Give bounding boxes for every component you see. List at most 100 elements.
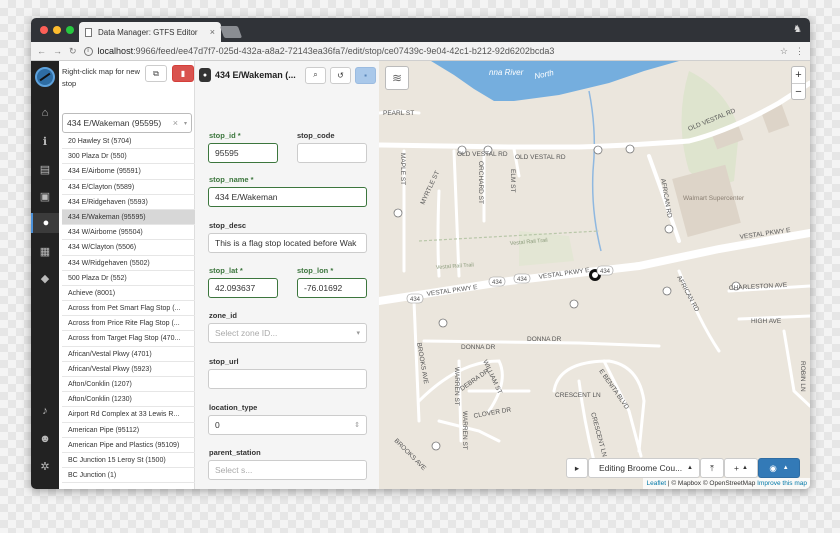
stop-desc-field[interactable]: This is a flag stop located before Wak (208, 233, 367, 253)
location-type-value: 0 (215, 420, 220, 430)
road-label: OLD VESTAL RD (457, 151, 508, 158)
browser-tab[interactable]: Data Manager: GTFS Editor × (79, 22, 221, 42)
stop-list-item[interactable]: 434 E/Airborne (95591) (62, 164, 195, 180)
trash-icon: ▮ (180, 69, 186, 78)
parent-station-select[interactable]: Select s... (208, 460, 367, 480)
stop-list-item[interactable]: 300 Plaza Dr (550) (62, 149, 195, 165)
road-label: MAPLE ST (399, 153, 406, 185)
toggle-panel-button[interactable]: ▸ (566, 458, 588, 478)
url-path: :9966/feed/ee47d7f7-025d-432a-a8a2-72143… (133, 46, 555, 56)
upload-button[interactable]: ⤒ (700, 458, 724, 478)
shield-label: 434 (410, 297, 421, 303)
maximize-window-button[interactable] (66, 26, 74, 34)
stop-list-item[interactable]: Achieve (8001) (62, 286, 195, 302)
stop-list-item[interactable]: Afton/Conklin (1230) (62, 392, 195, 408)
info-icon[interactable]: ℹ (31, 131, 59, 151)
layers-icon: ≋ (391, 71, 403, 85)
zone-id-placeholder: Select zone ID... (215, 328, 278, 338)
new-tab-button[interactable] (219, 26, 243, 38)
stop-list-item[interactable]: 434 W/Ridgehaven (5502) (62, 256, 195, 271)
add-dropdown-button[interactable]: + ▲ (724, 458, 758, 478)
user-icon[interactable]: ☻ (31, 429, 59, 449)
undo-button[interactable]: ↺ (330, 66, 351, 84)
duplicate-stop-button[interactable]: ⧉ (145, 65, 167, 82)
bus-icon[interactable]: ▣ (31, 186, 59, 206)
back-icon[interactable]: ← (37, 46, 46, 56)
stop-name-field[interactable]: 434 E/Wakeman (208, 187, 367, 207)
zoom-to-stop-button[interactable]: ⌕ (305, 66, 326, 84)
stop-list-item[interactable]: 20 Hawley St (5704) (62, 134, 195, 150)
stop-lat-field[interactable]: 42.093637 (208, 278, 278, 298)
stop-list-item[interactable]: African/Vestal Pkwy (5923) (62, 362, 195, 377)
stop-list-item[interactable]: Across from Price Rite Flag Stop (... (62, 316, 195, 332)
zoom-in-button[interactable]: + (792, 67, 805, 83)
map-attribution: Leaflet | © Mapbox © OpenStreetMap Impro… (643, 478, 810, 489)
stop-list-item[interactable]: Afton/Conklin (1207) (62, 377, 195, 393)
stop-search-select[interactable]: 434 E/Wakeman (95595) × ▾ (62, 113, 192, 133)
zone-id-select[interactable]: Select zone ID... ▾ (208, 323, 367, 343)
close-window-button[interactable] (40, 26, 48, 34)
caret-icon: ▲ (687, 465, 693, 471)
logo[interactable] (35, 67, 55, 87)
map-marker-icon[interactable]: ● (31, 213, 59, 233)
zoom-out-button[interactable]: − (792, 83, 805, 99)
menu-icon[interactable]: ⋮ (795, 46, 804, 57)
gear-icon[interactable]: ✲ (31, 456, 59, 476)
chevron-down-icon[interactable]: ▾ (184, 120, 187, 127)
stop-code-field[interactable] (297, 143, 367, 163)
creek-line (588, 90, 602, 252)
leaflet-link[interactable]: Leaflet (646, 480, 666, 487)
building-icon[interactable]: ▤ (31, 159, 59, 179)
road-label: HIGH AVE (751, 318, 782, 325)
stop-lat-label: stop_lat * (209, 266, 243, 275)
map[interactable]: 434 434 434 434 nna River North PEARL ST… (379, 61, 810, 489)
forward-icon[interactable]: → (53, 46, 62, 56)
layers-button[interactable]: ≋ (385, 66, 409, 90)
stop-list-item[interactable]: American Pipe and Plastics (95109) (62, 438, 195, 453)
stop-list-item[interactable]: BC Junction (1) (62, 468, 195, 484)
minimize-window-button[interactable] (53, 26, 61, 34)
tab-close-icon[interactable]: × (210, 27, 215, 37)
info-icon[interactable]: i (83, 46, 93, 56)
stepper-arrows-icon: ⇕ (354, 422, 360, 429)
stop-list-item[interactable]: Airport Rd Complex at 33 Lewis R... (62, 407, 195, 423)
stop-list-item[interactable]: African/Vestal Pkwy (4701) (62, 347, 195, 362)
editing-dropdown[interactable]: Editing Broome Cou... ▲ (588, 458, 700, 478)
stop-lon-field[interactable]: -76.01692 (297, 278, 367, 298)
star-icon[interactable]: ☆ (780, 46, 788, 57)
home-icon[interactable]: ⌂ (31, 103, 59, 123)
browser-window: Data Manager: GTFS Editor × ♞ ← → ↻ i lo… (31, 18, 810, 489)
stop-list-item[interactable]: BC Junction 15 Leroy St (1500) (62, 453, 195, 469)
stop-url-field[interactable] (208, 369, 367, 389)
stop-list-item[interactable]: American Pipe (95112) (62, 423, 195, 438)
parent-station-placeholder: Select s... (215, 465, 253, 475)
delete-stop-button[interactable]: ▮ (172, 65, 194, 82)
stop-list-item[interactable]: Across from Target Flag Stop (470... (62, 331, 195, 347)
stop-list-item[interactable]: 434 E/Clayton (5589) (62, 180, 195, 195)
stop-list-item[interactable]: 434 E/Wakeman (95595) (62, 209, 195, 226)
reload-icon[interactable]: ↻ (69, 46, 77, 57)
stop-list-item[interactable]: 434 E/Ridgehaven (5593) (62, 195, 195, 210)
url-field[interactable]: i localhost :9966/feed/ee47d7f7-025d-432… (83, 44, 773, 59)
stop-id-field[interactable]: 95595 (208, 143, 278, 163)
stop-list-item[interactable]: 434 W/Clayton (5506) (62, 240, 195, 256)
location-type-select[interactable]: 0 ⇕ (208, 415, 367, 435)
clear-icon[interactable]: × (173, 118, 178, 128)
bell-icon[interactable]: ♪ (31, 401, 59, 421)
map-canvas[interactable]: 434 434 434 434 nna River North PEARL ST… (379, 61, 810, 489)
trail-label: Vestal Rail Trail (436, 262, 474, 271)
stop-list-item[interactable]: 434 W/Airborne (95504) (62, 225, 195, 241)
snapshot-button[interactable]: ◉ ▲ (758, 458, 800, 478)
save-button[interactable]: ▪ (355, 66, 376, 84)
stop-id-label: stop_id * (209, 131, 241, 140)
stop-list-item[interactable]: Across from Pet Smart Flag Stop (... (62, 301, 195, 317)
form-title: 434 E/Wakeman (... (215, 70, 296, 80)
stop-list-item[interactable]: 500 Plaza Dr (552) (62, 271, 195, 286)
ticket-icon[interactable]: ◆ (31, 268, 59, 288)
zone-id-label: zone_id (209, 311, 237, 320)
improve-map-link[interactable]: Improve this map (757, 480, 807, 487)
calendar-icon[interactable]: ▦ (31, 241, 59, 261)
chevron-down-icon: ▾ (356, 330, 360, 337)
copy-icon: ⧉ (153, 68, 159, 78)
selected-stop-value: 434 E/Wakeman (95595) (67, 118, 162, 128)
